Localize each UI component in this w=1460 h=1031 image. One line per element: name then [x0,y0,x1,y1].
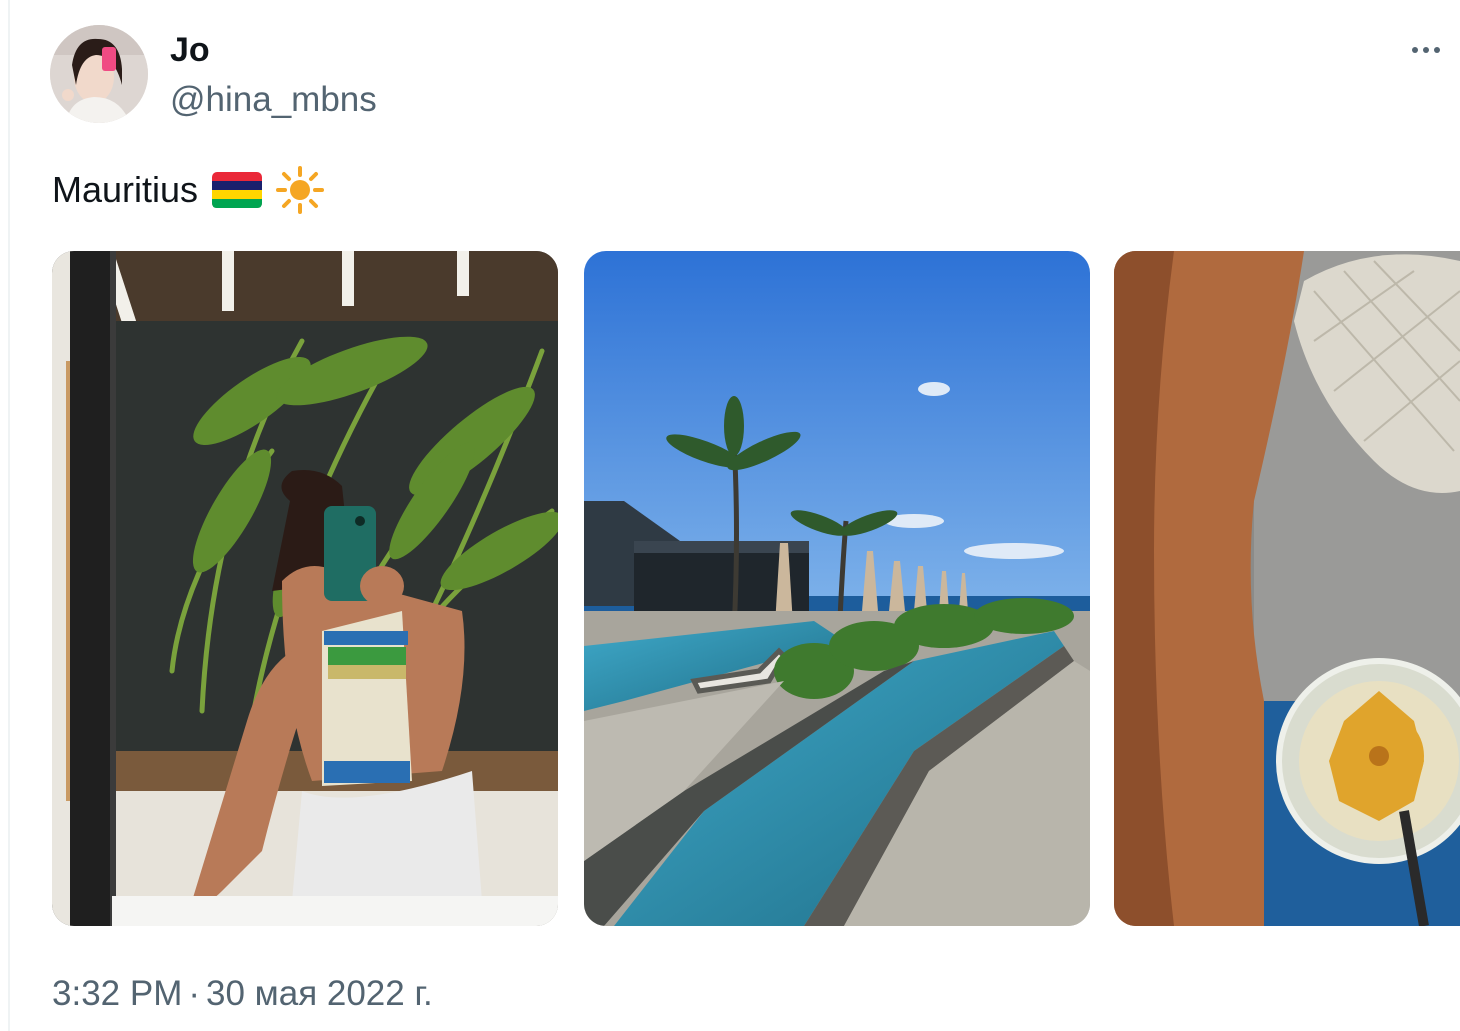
media-photo-2[interactable] [584,251,1090,926]
tweet-text-content: Mauritius [52,169,199,210]
tweet-date: 30 мая 2022 г. [206,974,433,1013]
timeline-border [8,0,10,1031]
leg-and-drink-photo [1114,251,1460,926]
more-dot-icon [1412,47,1418,53]
display-name[interactable]: Jo [170,30,210,70]
mirror-selfie-photo [52,251,558,926]
tweet-timestamp[interactable]: 3:32 PM · 30 мая 2022 г. [52,972,433,1016]
more-dot-icon [1423,47,1429,53]
tweet-time: 3:32 PM [52,974,183,1013]
tweet-text: Mauritius [52,166,325,214]
sun-icon [276,166,325,214]
media-photo-1[interactable] [52,251,558,926]
timestamp-separator: · [188,974,201,1013]
mauritius-flag-icon [212,172,263,208]
resort-pool-photo [584,251,1090,926]
avatar-image [50,25,148,123]
media-photo-3[interactable] [1114,251,1460,926]
more-dot-icon [1434,47,1440,53]
user-handle[interactable]: @hina_mbns [170,80,377,120]
avatar[interactable] [50,25,148,123]
more-options-button[interactable] [1400,30,1452,70]
